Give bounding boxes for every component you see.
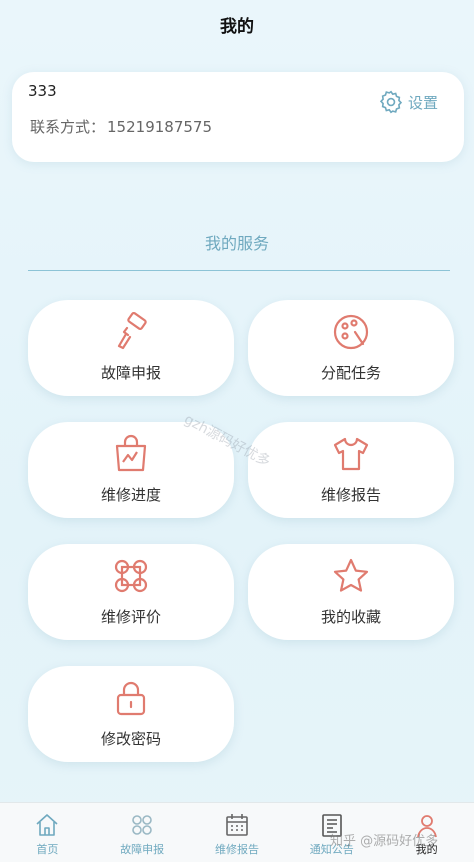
tab-label: 我的 (415, 843, 438, 856)
bottom-tab-bar: 首页 故障申报 维修报告 通知公告 我的 (0, 802, 474, 862)
tab-label: 故障申报 (120, 843, 165, 856)
service-label: 故障申报 (100, 364, 161, 382)
contact-info: 联系方式： 15219187575 (28, 116, 212, 137)
grid-circles-icon (114, 559, 148, 593)
user-name: 333 (28, 82, 57, 100)
service-label: 修改密码 (100, 730, 161, 748)
settings-button[interactable]: 设置 (378, 88, 438, 116)
service-label: 我的收藏 (320, 608, 381, 626)
tab-mine[interactable]: 我的 (379, 803, 474, 862)
grid-icon (132, 815, 152, 835)
top-header: 我的 (0, 0, 474, 48)
paint-roller-icon (117, 312, 147, 350)
tab-repair-report[interactable]: 维修报告 (190, 803, 285, 862)
settings-label: 设置 (407, 93, 438, 112)
service-card-assign-task[interactable]: 分配任务 (248, 300, 454, 396)
service-card-change-password[interactable]: 修改密码 (28, 666, 234, 762)
service-card-my-favorites[interactable]: 我的收藏 (248, 544, 454, 640)
contact-phone: 15219187575 (107, 118, 212, 136)
palette-icon (333, 314, 369, 350)
shopping-bag-icon (115, 434, 147, 472)
profile-card: 333 联系方式： 15219187575 设置 (12, 72, 464, 162)
calendar-icon (226, 814, 248, 836)
star-icon (333, 558, 369, 592)
service-label: 维修报告 (320, 486, 381, 504)
lock-icon (116, 681, 146, 716)
service-card-fault-report[interactable]: 故障申报 (28, 300, 234, 396)
tab-home[interactable]: 首页 (0, 803, 95, 862)
service-card-repair-report[interactable]: 维修报告 (248, 422, 454, 518)
tshirt-icon (333, 437, 369, 471)
newspaper-icon (321, 814, 342, 837)
gear-icon (379, 90, 403, 114)
page-title: 我的 (220, 16, 254, 37)
user-icon (416, 815, 437, 838)
service-card-repair-review[interactable]: 维修评价 (28, 544, 234, 640)
services-divider (28, 270, 450, 271)
home-icon (36, 814, 58, 836)
contact-label: 联系方式： (30, 118, 106, 136)
service-card-repair-progress[interactable]: 维修进度 (28, 422, 234, 518)
service-label: 分配任务 (320, 364, 381, 382)
tab-fault-report[interactable]: 故障申报 (95, 803, 190, 862)
services-title: 我的服务 (204, 234, 269, 253)
service-label: 维修进度 (100, 486, 161, 504)
tab-label: 通知公告 (309, 843, 354, 856)
tab-label: 维修报告 (214, 843, 259, 856)
service-label: 维修评价 (100, 608, 161, 626)
tab-label: 首页 (36, 843, 59, 856)
tab-announcements[interactable]: 通知公告 (284, 803, 379, 862)
